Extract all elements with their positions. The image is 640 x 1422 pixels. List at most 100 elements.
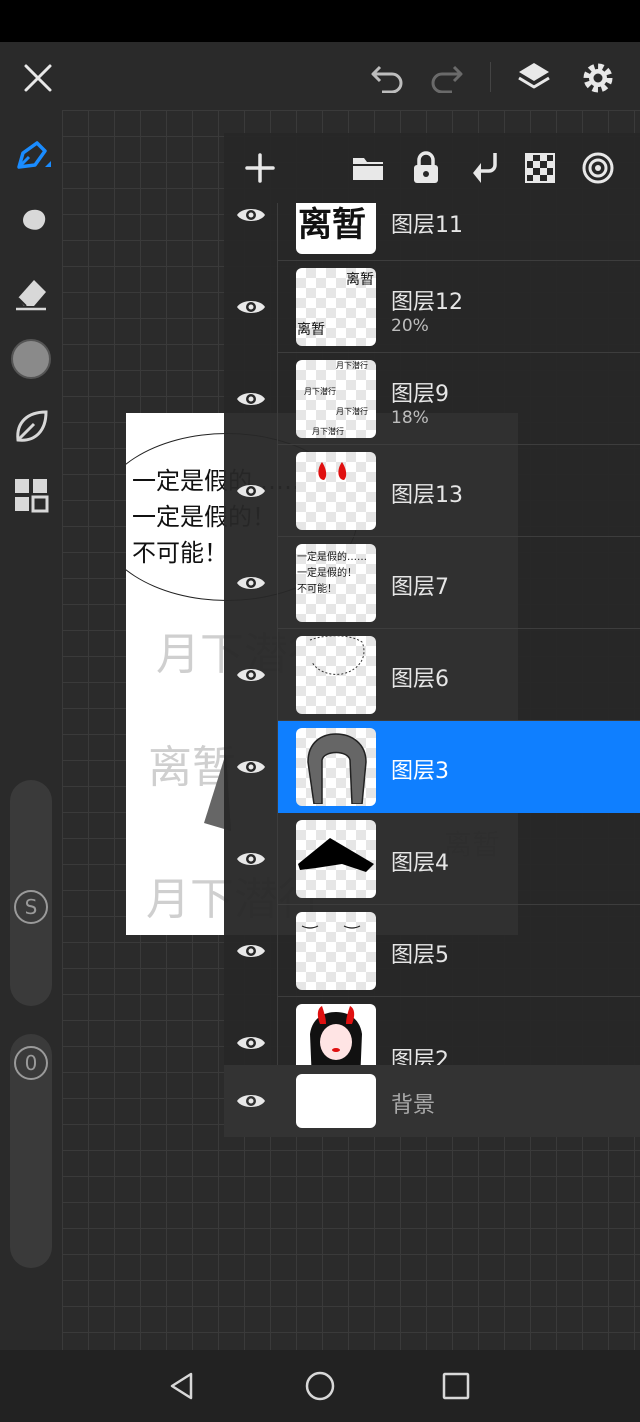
visibility-toggle[interactable] [224, 721, 278, 813]
layer-row-content[interactable]: 图层5 [278, 905, 640, 997]
layer-folder-button[interactable] [346, 145, 390, 191]
visibility-toggle[interactable] [224, 445, 278, 537]
eye-icon [236, 1037, 265, 1049]
layer-thumbnail: 一定是假的…… 一定是假的！ 不可能！ [296, 544, 376, 622]
background-layer-row[interactable]: 背景 [224, 1065, 640, 1137]
eraser-icon [16, 280, 46, 311]
layer-row-content[interactable]: 图层3 [278, 721, 640, 813]
layer-row-content[interactable]: 图层4 [278, 813, 640, 905]
visibility-toggle[interactable] [224, 1065, 278, 1137]
layer-list[interactable]: 离暂 图层11 离暂 离暂 图层12 20% 月下潜行 月下潜行 月下潜行 月下… [224, 203, 640, 1065]
background-layer-name: 背景 [391, 1093, 436, 1118]
layer-name: 图层7 [391, 575, 449, 600]
layer-thumbnail [296, 1004, 376, 1065]
eye-icon [236, 393, 265, 405]
toolbar-divider [490, 62, 491, 92]
layer-row-content[interactable]: 离暂 离暂 图层12 20% [278, 261, 640, 353]
redo-button[interactable] [424, 56, 468, 100]
recents-square-icon [442, 1372, 470, 1400]
layer-name: 图层4 [391, 851, 449, 876]
visibility-toggle[interactable] [224, 629, 278, 721]
black-hair-drawing [298, 838, 374, 872]
layer-row-content[interactable]: 离暂 图层11 [278, 203, 640, 261]
recents-button[interactable] [436, 1366, 476, 1406]
visibility-toggle[interactable] [224, 905, 278, 997]
layer-name: 图层2 [391, 1048, 449, 1065]
layer-thumbnail [296, 820, 376, 898]
home-button[interactable] [300, 1366, 340, 1406]
layer-thumbnail: 离暂 [296, 203, 376, 254]
home-circle-icon [305, 1371, 335, 1401]
background-thumbnail [296, 1074, 376, 1128]
layer-row-content[interactable]: 月下潜行 月下潜行 月下潜行 月下潜行 图层9 18% [278, 353, 640, 445]
layer-row-content[interactable]: 图层13 [278, 445, 640, 537]
smudge-tool[interactable] [8, 202, 54, 248]
grid-icon [15, 479, 49, 513]
checkerboard-icon [525, 153, 555, 183]
layer-name: 图层5 [391, 943, 449, 968]
thumbnail-text: 月下潜行 [304, 387, 336, 396]
undo-icon [371, 65, 403, 93]
close-button[interactable] [16, 56, 60, 100]
layer-row[interactable]: 一定是假的…… 一定是假的！ 不可能！ 图层7 [224, 537, 640, 629]
gear-icon [583, 63, 613, 93]
layers-panel-toolbar [224, 133, 640, 203]
layer-row-selected[interactable]: 图层3 [224, 721, 640, 813]
layers-button[interactable] [512, 56, 556, 100]
eye-icon [236, 761, 265, 773]
brush-opacity-slider[interactable]: 0 [10, 1034, 52, 1268]
eye-icon [237, 1095, 265, 1107]
lock-icon [414, 151, 438, 183]
brush-size-slider[interactable]: S [10, 780, 52, 1006]
layer-row[interactable]: 月下潜行 月下潜行 月下潜行 月下潜行 图层9 18% [224, 353, 640, 445]
gallery-tool[interactable] [8, 472, 54, 518]
layer-thumbnail [296, 452, 376, 530]
visibility-toggle[interactable] [224, 261, 278, 353]
status-bar [0, 0, 640, 42]
layer-row-content[interactable]: 图层6 [278, 629, 640, 721]
layer-thumbnail [296, 636, 376, 714]
layer-row[interactable]: 图层5 [224, 905, 640, 997]
layer-row[interactable]: 图层4 [224, 813, 640, 905]
layer-settings-button[interactable] [576, 145, 620, 191]
layer-row-content[interactable]: 图层2 [278, 997, 640, 1065]
visibility-toggle[interactable] [224, 813, 278, 905]
add-layer-button[interactable] [238, 145, 282, 191]
top-toolbar [0, 42, 640, 110]
layer-row[interactable]: 离暂 离暂 图层12 20% [224, 261, 640, 353]
thumbnail-text: 月下潜行 [336, 407, 368, 416]
layer-row[interactable]: 离暂 图层11 [224, 203, 640, 261]
pen-icon [17, 141, 51, 169]
lock-layer-button[interactable] [404, 145, 448, 191]
undo-button[interactable] [366, 56, 410, 100]
brush-tool[interactable] [8, 134, 54, 180]
leaf-icon [16, 410, 48, 442]
system-navigation-bar [0, 1350, 640, 1422]
merge-down-button[interactable] [462, 145, 506, 191]
shape-tool[interactable] [8, 404, 54, 450]
layer-row[interactable]: 图层13 [224, 445, 640, 537]
visibility-toggle[interactable] [224, 537, 278, 629]
eye-icon [236, 669, 265, 681]
layers-icon [518, 63, 550, 89]
back-button[interactable] [162, 1366, 202, 1406]
eye-icon [236, 301, 265, 313]
layers-panel: 离暂 图层11 离暂 离暂 图层12 20% 月下潜行 月下潜行 月下潜行 月下… [224, 133, 640, 1137]
visibility-toggle[interactable] [224, 997, 278, 1065]
layer-name: 图层9 [391, 382, 449, 407]
layer-row[interactable]: 图层2 [224, 997, 640, 1065]
eraser-tool[interactable] [8, 270, 54, 316]
color-picker[interactable] [8, 336, 54, 382]
character-preview-drawing [310, 1006, 362, 1065]
transparency-button[interactable] [518, 145, 562, 191]
layer-thumbnail: 离暂 离暂 [296, 268, 376, 346]
current-color-swatch [11, 339, 51, 379]
visibility-toggle[interactable] [224, 203, 278, 261]
eye-icon [236, 945, 265, 957]
settings-button[interactable] [576, 56, 620, 100]
layer-row-content[interactable]: 一定是假的…… 一定是假的！ 不可能！ 图层7 [278, 537, 640, 629]
layer-row[interactable]: 图层6 [224, 629, 640, 721]
thumbnail-text: 一定是假的…… 一定是假的！ 不可能！ [297, 552, 367, 595]
close-icon [24, 64, 52, 92]
visibility-toggle[interactable] [224, 353, 278, 445]
